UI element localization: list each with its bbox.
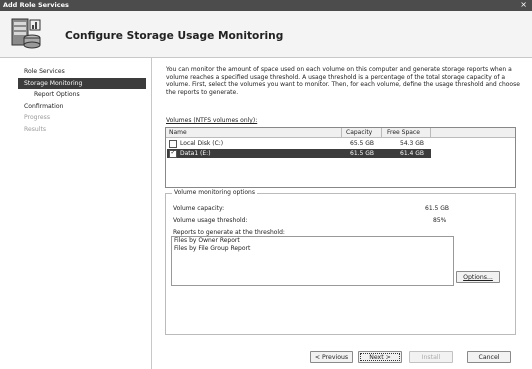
description-text: You can monitor the amount of space used…: [166, 66, 520, 96]
volumes-list[interactable]: Name Capacity Free Space Local Disk (C:)…: [165, 127, 516, 188]
volume-checkbox-c[interactable]: [169, 140, 177, 148]
column-separator[interactable]: [430, 128, 431, 137]
close-icon[interactable]: ×: [520, 0, 527, 9]
step-results: Results: [24, 125, 47, 133]
step-progress: Progress: [24, 114, 51, 121]
step-report-options[interactable]: Report Options: [18, 89, 146, 101]
options-legend: Volume monitoring options: [172, 189, 257, 196]
column-separator[interactable]: [341, 128, 342, 137]
previous-button[interactable]: < Previous: [310, 351, 353, 363]
capacity-label: Volume capacity:: [173, 205, 225, 212]
volume-name: Data1 (E:): [180, 150, 211, 157]
report-item: Files by Owner Report: [174, 237, 240, 244]
volume-free-space: 54.3 GB: [400, 140, 425, 147]
volume-name: Local Disk (C:): [180, 140, 224, 147]
column-name[interactable]: Name: [169, 129, 187, 136]
volumes-label: Volumes (NTFS volumes only):: [166, 117, 258, 124]
volume-free-space: 61.4 GB: [400, 150, 425, 157]
volume-capacity: 65.5 GB: [350, 140, 375, 147]
column-free-space[interactable]: Free Space: [387, 129, 420, 136]
step-confirmation[interactable]: Confirmation: [18, 101, 146, 113]
step-storage-monitoring[interactable]: Storage Monitoring: [18, 77, 146, 89]
options-button[interactable]: Options...: [456, 271, 500, 283]
next-button[interactable]: Next >: [358, 351, 402, 363]
server-disk-icon: [11, 18, 41, 49]
step-role-services[interactable]: Role Services: [18, 66, 146, 78]
title-bar: Add Role Services ×: [0, 0, 532, 11]
options-button-label: Options...: [463, 274, 493, 281]
volume-row-c[interactable]: Local Disk (C:) 65.5 GB 54.3 GB: [167, 139, 431, 148]
volumes-list-header: Name Capacity Free Space: [166, 128, 515, 138]
reports-list[interactable]: Files by Owner Report Files by File Grou…: [171, 236, 454, 286]
reports-label: Reports to generate at the threshold:: [173, 229, 285, 236]
window-title: Add Role Services: [3, 1, 69, 9]
volume-checkbox-e[interactable]: [169, 149, 177, 158]
page-title: Configure Storage Usage Monitoring: [65, 30, 284, 42]
wizard-header: Configure Storage Usage Monitoring: [0, 11, 532, 58]
volume-row-e[interactable]: Data1 (E:) 61.5 GB 61.4 GB: [167, 149, 431, 158]
column-capacity[interactable]: Capacity: [346, 129, 372, 136]
volume-capacity: 61.5 GB: [350, 150, 375, 157]
divider: [151, 57, 152, 369]
column-separator[interactable]: [381, 128, 382, 137]
wizard-steps: Role Services Storage Monitoring Report …: [18, 66, 146, 135]
cancel-button[interactable]: Cancel: [467, 351, 511, 363]
report-item: Files by File Group Report: [174, 244, 251, 252]
threshold-value: 85%: [433, 217, 447, 224]
threshold-label: Volume usage threshold:: [173, 217, 248, 224]
capacity-value: 61.5 GB: [425, 205, 450, 212]
install-button[interactable]: Install: [409, 351, 453, 363]
